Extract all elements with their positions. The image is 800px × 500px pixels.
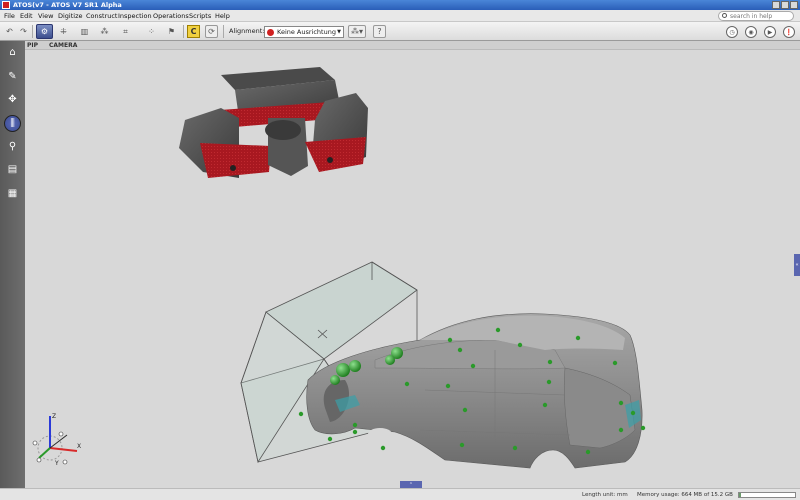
car-body-model bbox=[306, 313, 643, 478]
memory-usage-bar bbox=[738, 492, 796, 498]
scene-canvas[interactable]: Z X Y bbox=[25, 50, 800, 488]
close-button[interactable] bbox=[790, 1, 798, 9]
alignment-options-icon[interactable]: ⁂▾ bbox=[348, 25, 366, 38]
menu-scripts[interactable]: Scripts bbox=[189, 10, 211, 22]
save-icon[interactable]: ▤ bbox=[4, 161, 21, 178]
alignment-select[interactable]: Keine Ausrichtung ▼ bbox=[264, 26, 344, 38]
menu-bar: File Edit View Digitize Construct Inspec… bbox=[0, 10, 800, 22]
search-icon bbox=[722, 13, 727, 18]
maximize-button[interactable] bbox=[781, 1, 789, 9]
info-icon[interactable]: ❗ bbox=[783, 26, 795, 38]
main-toolbar: ↶ ↷ ⚙ ⁜ ▥ ⁂ ⌗ ⁘ ⚑ C ⟳ Alignment: Keine A… bbox=[0, 22, 800, 41]
search-icon[interactable]: ⚲ bbox=[4, 138, 21, 155]
tab-camera[interactable]: CAMERA bbox=[49, 41, 77, 50]
axis-label-y: Y bbox=[54, 460, 59, 467]
menu-digitize[interactable]: Digitize bbox=[58, 10, 83, 22]
points-tool-icon[interactable]: ⁜ bbox=[57, 25, 70, 38]
menu-operations[interactable]: Operations bbox=[153, 10, 189, 22]
bottom-panel-toggle[interactable]: ⌃ bbox=[400, 481, 422, 488]
alignment-label: Alignment: bbox=[229, 27, 265, 35]
sensor-head-model bbox=[179, 67, 368, 178]
barcode-icon[interactable]: ⫼ bbox=[4, 115, 21, 132]
3d-viewport[interactable]: PIP CAMERA Z X Y « ⌃ bbox=[25, 41, 800, 488]
wrench-icon[interactable]: ✎ bbox=[4, 68, 21, 85]
menu-inspection[interactable]: Inspection bbox=[118, 10, 152, 22]
help-search[interactable] bbox=[718, 11, 794, 21]
camera-icon[interactable]: ◉ bbox=[745, 26, 757, 38]
axis-triad: Z X Y bbox=[32, 413, 81, 467]
recalculate-button[interactable]: C bbox=[187, 25, 200, 38]
checkered-flag-icon[interactable]: ⚑ bbox=[165, 25, 178, 38]
left-sidebar: ⌂ ✎ ✥ ⫼ ⚲ ▤ ▦ » bbox=[0, 41, 31, 488]
menu-help[interactable]: Help bbox=[215, 10, 230, 22]
help-search-input[interactable] bbox=[730, 12, 790, 20]
cluster-tool-icon[interactable]: ⁂ bbox=[98, 25, 111, 38]
digitize-tool-icon[interactable]: ⚙ bbox=[36, 24, 53, 39]
refresh-icon[interactable]: ⟳ bbox=[205, 25, 218, 38]
title-bar: ATOS(v7 - ATOS V7 SR1 Alpha bbox=[0, 0, 800, 10]
menu-construct[interactable]: Construct bbox=[86, 10, 117, 22]
right-panel-toggle[interactable]: « bbox=[794, 254, 800, 276]
memory-usage-fill bbox=[739, 493, 742, 497]
stripes-tool-icon[interactable]: ▥ bbox=[78, 25, 91, 38]
tab-pip[interactable]: PIP bbox=[27, 41, 38, 50]
window-title: ATOS(v7 - ATOS V7 SR1 Alpha bbox=[13, 1, 122, 9]
alignment-value: Keine Ausrichtung bbox=[277, 28, 336, 36]
frame-tool-icon[interactable]: ⌗ bbox=[119, 25, 132, 38]
no-alignment-icon bbox=[267, 29, 274, 36]
menu-file[interactable]: File bbox=[4, 10, 15, 22]
timer-icon[interactable]: ◷ bbox=[726, 26, 738, 38]
home-icon[interactable]: ⌂ bbox=[4, 44, 21, 61]
app-logo-icon bbox=[2, 1, 10, 9]
redo-icon[interactable]: ↷ bbox=[17, 25, 30, 38]
length-unit-text: Length unit: mm bbox=[582, 492, 628, 498]
axis-label-x: X bbox=[77, 443, 81, 450]
undo-icon[interactable]: ↶ bbox=[3, 25, 16, 38]
minimize-button[interactable] bbox=[772, 1, 780, 9]
ref-points-tool-icon[interactable]: ⁘ bbox=[145, 25, 158, 38]
menu-view[interactable]: View bbox=[38, 10, 53, 22]
axis-label-z: Z bbox=[52, 413, 56, 420]
status-bar: Length unit: mm Memory usage: 664 MB of … bbox=[0, 488, 800, 500]
menu-edit[interactable]: Edit bbox=[20, 10, 33, 22]
chevron-down-icon: ▼ bbox=[337, 29, 341, 35]
memory-usage-text: Memory usage: 664 MB of 15.2 GB bbox=[637, 492, 733, 498]
play-icon[interactable]: ▶ bbox=[764, 26, 776, 38]
grid-icon[interactable]: ▦ bbox=[4, 185, 21, 202]
viewport-tabs: PIP CAMERA bbox=[25, 41, 800, 50]
help-button[interactable]: ? bbox=[373, 25, 386, 38]
move-icon[interactable]: ✥ bbox=[4, 91, 21, 108]
